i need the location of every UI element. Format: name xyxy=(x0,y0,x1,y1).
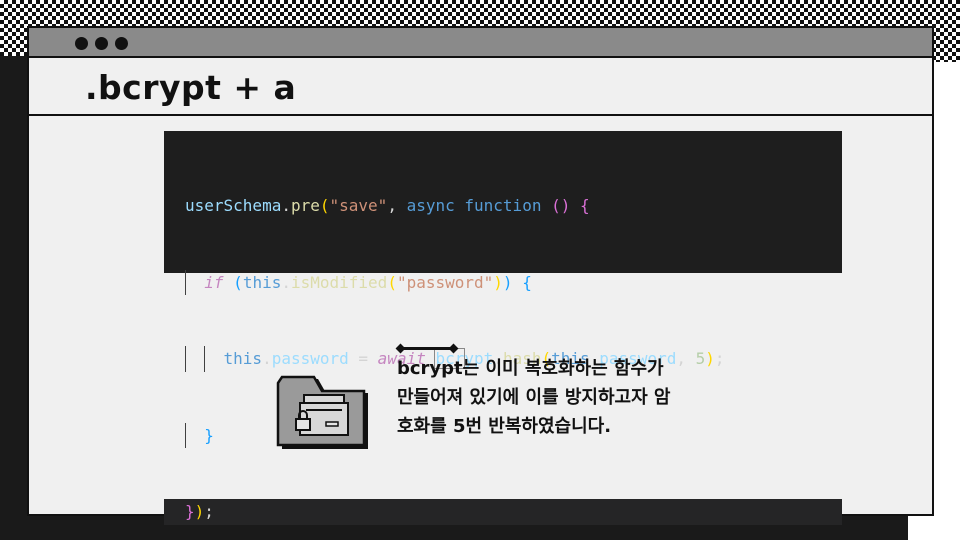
description-text: bcrypt는 이미 복호화하는 함수가 만들어져 있기에 이를 방지하고자 암… xyxy=(397,358,671,437)
locked-folder-icon xyxy=(276,375,368,449)
code-line: }); xyxy=(164,499,842,525)
decorative-rule xyxy=(395,342,459,354)
window-titlebar xyxy=(29,28,932,58)
dot-icon xyxy=(95,37,108,50)
code-line: userSchema.pre("save", async function ()… xyxy=(185,196,590,215)
page-title: .bcrypt + a xyxy=(85,68,297,107)
title-band: .bcrypt + a xyxy=(29,58,932,116)
description-block: bcrypt는 이미 복호화하는 함수가 만들어져 있기에 이를 방지하고자 암… xyxy=(395,342,697,441)
slide-window: .bcrypt + a userSchema.pre("save", async… xyxy=(27,26,934,525)
code-block: userSchema.pre("save", async function ()… xyxy=(164,131,842,525)
dot-icon xyxy=(75,37,88,50)
dot-icon xyxy=(115,37,128,50)
code-line: if (this.isModified("password")) { xyxy=(185,269,842,295)
